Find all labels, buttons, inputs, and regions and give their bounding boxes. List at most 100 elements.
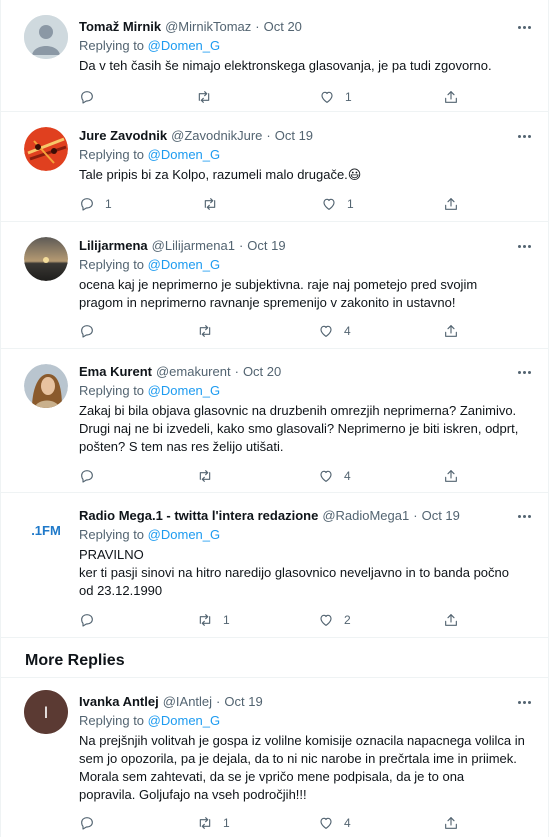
like-button[interactable]: 1 [319, 87, 352, 107]
share-button[interactable] [443, 610, 459, 630]
reply-button[interactable] [79, 610, 105, 630]
author-name[interactable]: Tomaž Mirnik [79, 18, 161, 35]
avatar[interactable]: I [24, 690, 68, 734]
heart-icon [320, 614, 332, 626]
author-name[interactable]: Ivanka Antlej [79, 693, 159, 710]
author-name[interactable]: Ema Kurent [79, 363, 152, 380]
heart-icon [321, 91, 333, 103]
tweet-date[interactable]: Oct 20 [243, 363, 281, 380]
sunset-avatar [24, 237, 68, 281]
author-name[interactable]: Radio Mega.1 - twitta l'intera redazione [79, 507, 318, 524]
avatar[interactable] [24, 15, 68, 59]
reply-button[interactable] [79, 321, 105, 341]
more-icon[interactable] [514, 509, 534, 523]
tweet-date[interactable]: Oct 20 [264, 18, 302, 35]
mention-link[interactable]: @Domen_G [148, 147, 220, 162]
mention-link[interactable]: @Domen_G [148, 713, 220, 728]
reply-icon [81, 91, 93, 104]
default-avatar-icon [24, 15, 68, 59]
share-icon [445, 817, 457, 829]
share-button[interactable] [443, 813, 459, 833]
mention-link[interactable]: @Domen_G [148, 383, 220, 398]
replying-to: Replying to @Domen_G [79, 38, 221, 53]
reply-icon [81, 817, 93, 830]
reply-button[interactable] [79, 87, 105, 107]
tweet-date[interactable]: Oct 19 [275, 127, 313, 144]
author-handle[interactable]: @RadioMega1 [322, 507, 409, 524]
more-replies-heading: More Replies [25, 652, 125, 669]
author-name[interactable]: Lilijarmena [79, 237, 148, 254]
tweet-date[interactable]: Oct 19 [247, 237, 285, 254]
avatar[interactable] [24, 237, 68, 281]
tweet-date[interactable]: Oct 19 [224, 693, 262, 710]
retweet-icon [199, 817, 211, 829]
heart-icon [320, 325, 332, 337]
author-name[interactable]: Jure Zavodnik [79, 127, 167, 144]
retweet-button[interactable] [197, 466, 223, 486]
mention-link[interactable]: @Domen_G [148, 527, 220, 542]
avatar[interactable] [24, 127, 68, 171]
more-icon[interactable] [514, 239, 534, 253]
like-button[interactable]: 4 [318, 321, 351, 341]
more-icon[interactable] [514, 20, 534, 34]
tweet[interactable]: I Ivanka Antlej @IAntlej · Oct 19 Replyi… [1, 678, 548, 837]
tweet-text: Zakaj bi bila objava glasovnic na druzbe… [79, 403, 519, 454]
author-handle[interactable]: @emakurent [156, 363, 231, 380]
like-button[interactable]: 4 [318, 813, 351, 833]
letter-avatar: I [24, 690, 68, 734]
like-button[interactable]: 4 [318, 466, 351, 486]
retweet-button[interactable] [197, 321, 223, 341]
share-icon [445, 325, 457, 337]
retweet-button[interactable]: 1 [197, 813, 230, 833]
tweet[interactable]: Tomaž Mirnik @MirnikTomaz · Oct 20 Reply… [1, 0, 548, 112]
more-icon[interactable] [514, 365, 534, 379]
tweet-text: ocena kaj je neprimerno je subjektivna. … [79, 277, 478, 310]
tweet-actions: 4 [79, 466, 534, 486]
tweet-actions: 1 4 [79, 813, 534, 833]
reply-button[interactable]: 1 [79, 194, 112, 214]
author-handle[interactable]: @ZavodnikJure [171, 127, 262, 144]
tweet[interactable]: Ema Kurent @emakurent · Oct 20 Replying … [1, 349, 548, 493]
tweet-text: PRAVILNO ker ti pasji sinovi na hitro na… [79, 547, 509, 598]
tweet-text: Da v teh časih še nimajo elektronskega g… [79, 58, 492, 73]
retweet-button[interactable] [196, 87, 222, 107]
share-icon [445, 198, 457, 210]
tweet[interactable]: .1FM Radio Mega.1 - twitta l'intera reda… [1, 493, 548, 638]
retweet-button[interactable] [202, 194, 228, 214]
avatar[interactable]: .1FM [24, 508, 68, 552]
tweet-actions: 4 [79, 321, 534, 341]
mention-link[interactable]: @Domen_G [148, 257, 220, 272]
more-icon[interactable] [514, 695, 534, 709]
share-button[interactable] [443, 194, 459, 214]
tweet-header: Ema Kurent @emakurent · Oct 20 [79, 363, 282, 380]
author-handle[interactable]: @IAntlej [163, 693, 212, 710]
mention-link[interactable]: @Domen_G [148, 38, 220, 53]
portrait-avatar [24, 364, 68, 408]
more-icon[interactable] [514, 129, 534, 143]
retweet-button[interactable]: 1 [197, 610, 230, 630]
avatar[interactable] [24, 364, 68, 408]
reply-button[interactable] [79, 813, 105, 833]
reply-icon [81, 470, 93, 483]
replying-to: Replying to @Domen_G [79, 147, 221, 162]
retweet-icon [199, 614, 211, 626]
like-button[interactable]: 1 [321, 194, 354, 214]
tweet-header: Tomaž Mirnik @MirnikTomaz · Oct 20 [79, 18, 302, 35]
tweet[interactable]: Lilijarmena @Lilijarmena1 · Oct 19 Reply… [1, 222, 548, 349]
heart-icon [320, 817, 332, 829]
share-button[interactable] [443, 466, 459, 486]
author-handle[interactable]: @Lilijarmena1 [152, 237, 235, 254]
tweet[interactable]: Jure Zavodnik @ZavodnikJure · Oct 19 Rep… [1, 112, 548, 222]
replying-to: Replying to @Domen_G [79, 527, 221, 542]
reply-button[interactable] [79, 466, 105, 486]
author-handle[interactable]: @MirnikTomaz [165, 18, 251, 35]
heart-icon [320, 470, 332, 482]
tweet-date[interactable]: Oct 19 [422, 507, 460, 524]
red-pattern-avatar [24, 127, 68, 171]
replies-feed: Tomaž Mirnik @MirnikTomaz · Oct 20 Reply… [0, 0, 549, 837]
share-button[interactable] [443, 321, 459, 341]
share-button[interactable] [443, 87, 459, 107]
like-button[interactable]: 2 [318, 610, 351, 630]
replying-to: Replying to @Domen_G [79, 713, 221, 728]
radio-logo-avatar: .1FM [24, 508, 68, 552]
